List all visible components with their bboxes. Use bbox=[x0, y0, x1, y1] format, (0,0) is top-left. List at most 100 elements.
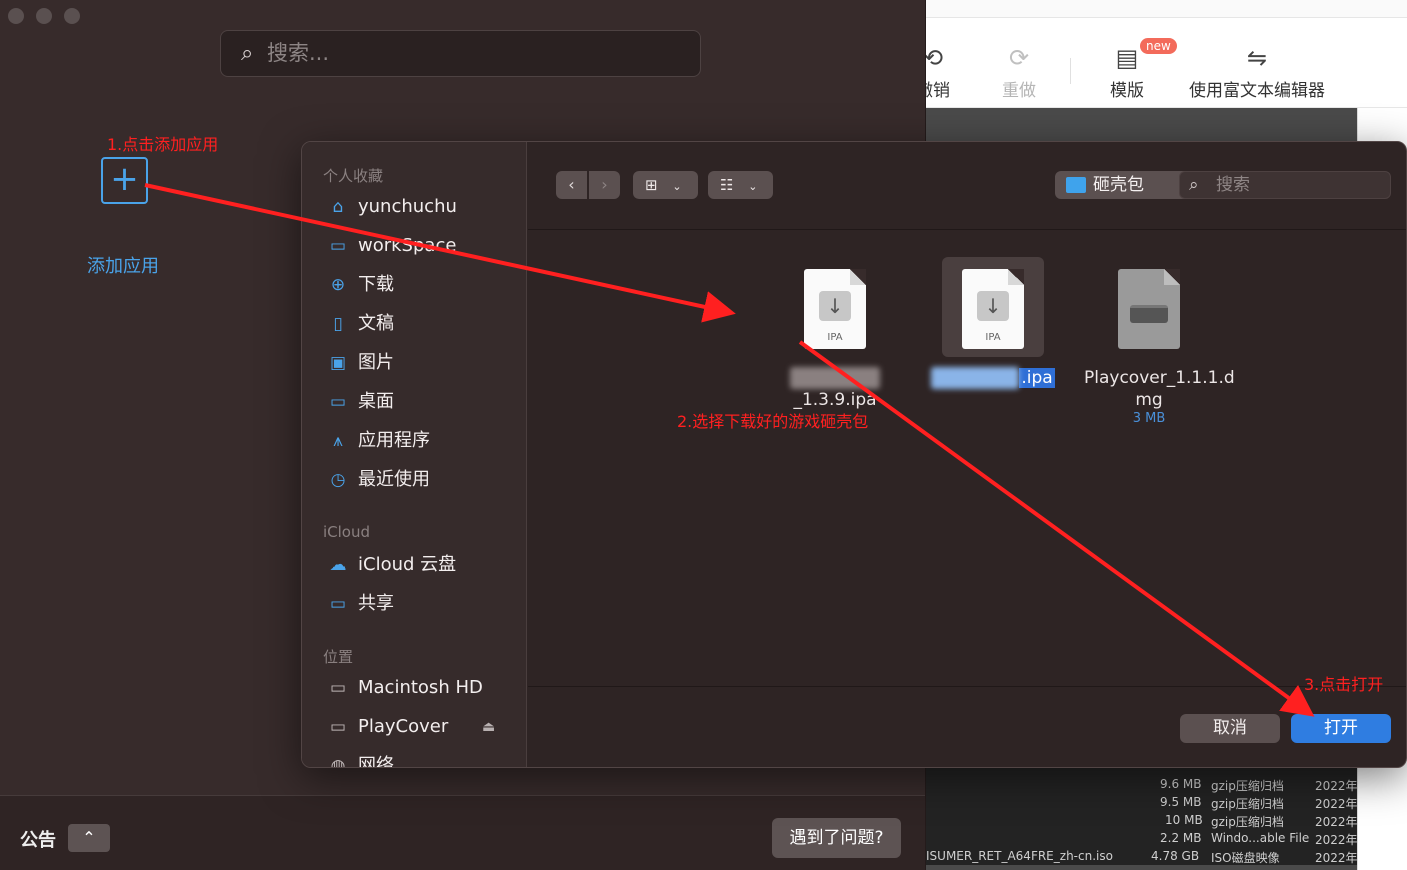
sidebar-item-documents[interactable]: ▯ 文稿 bbox=[326, 309, 394, 339]
forward-button[interactable]: › bbox=[589, 171, 620, 199]
new-badge: new bbox=[1140, 38, 1177, 54]
dialog-sidebar: 个人收藏 ⌂ yunchuchu ▭ workSpace ⊕ 下载 ▯ 文稿 ▣ 图片 ▭… bbox=[302, 142, 527, 768]
chevron-down-icon: ⌄ bbox=[672, 180, 682, 193]
file-size: 2.2 MB bbox=[1160, 831, 1202, 845]
file-size: 4.78 GB bbox=[1151, 849, 1200, 863]
open-file-dialog: 个人收藏 ⌂ yunchuchu ▭ workSpace ⊕ 下载 ▯ 文稿 ▣ 图片 ▭… bbox=[301, 141, 1407, 768]
dmg-file-icon bbox=[1118, 269, 1180, 349]
file-date: 2022年 bbox=[1315, 833, 1358, 847]
group-button[interactable]: ☷ ⌄ bbox=[708, 171, 773, 199]
file-item-ipa-1[interactable]: ↓ IPA _1.3.9.ipa bbox=[770, 269, 900, 411]
zoom-window-button[interactable] bbox=[64, 8, 80, 24]
dialog-search-input[interactable]: ⌕ 搜索 bbox=[1179, 171, 1391, 199]
cancel-button[interactable]: 取消 bbox=[1180, 714, 1280, 743]
disk-icon: ▭ bbox=[329, 678, 347, 698]
sidebar-item-label: 共享 bbox=[358, 593, 394, 614]
open-button[interactable]: 打开 bbox=[1291, 714, 1391, 743]
switch-icon: ⇋ bbox=[1246, 44, 1268, 72]
notice-toggle-button[interactable]: ⌃ bbox=[68, 824, 110, 852]
list-item[interactable]: 9.5 MB gzip压缩归档 2022年 bbox=[910, 793, 1358, 811]
folder-icon: ▭ bbox=[329, 236, 347, 256]
sidebar-item-home[interactable]: ⌂ yunchuchu bbox=[326, 192, 457, 222]
sidebar-item-label: 下载 bbox=[358, 274, 394, 295]
favorites-section-title: 个人收藏 bbox=[323, 167, 384, 185]
sidebar-item-playcover[interactable]: ▭ PlayCover bbox=[326, 712, 448, 742]
recents-icon: ◷ bbox=[330, 470, 346, 490]
close-window-button[interactable] bbox=[8, 8, 24, 24]
grid-icon: ☷ bbox=[720, 176, 734, 194]
minimize-window-button[interactable] bbox=[36, 8, 52, 24]
sidebar-item-workspace[interactable]: ▭ workSpace bbox=[326, 231, 456, 261]
report-problem-button[interactable]: 遇到了问题? bbox=[772, 818, 901, 858]
search-placeholder: 搜索... bbox=[267, 41, 330, 65]
current-folder-name: 砸壳包 bbox=[1093, 175, 1144, 195]
sidebar-item-network[interactable]: ◍ 网络 bbox=[326, 751, 394, 768]
file-size: 9.6 MB bbox=[1160, 777, 1202, 791]
file-kind: ISO磁盘映像 bbox=[1211, 851, 1280, 865]
file-item-dmg[interactable]: Playcover_1.1.1.d mg 3 MB bbox=[1084, 269, 1235, 426]
sidebar-item-label: 网络 bbox=[358, 755, 394, 768]
redo-button[interactable]: ⟳ 重做 bbox=[1002, 40, 1036, 101]
eject-icon[interactable]: ⏏ bbox=[482, 719, 495, 735]
sidebar-item-applications[interactable]: ⩚ 应用程序 bbox=[326, 426, 430, 456]
annotation-step-3: 3.点击打开 bbox=[1304, 675, 1384, 694]
icloud-section-title: iCloud bbox=[323, 523, 371, 541]
editor-titlebar bbox=[910, 0, 1407, 18]
add-app-label[interactable]: 添加应用 bbox=[87, 252, 159, 278]
dialog-footer: 取消 打开 bbox=[528, 686, 1406, 767]
redo-icon: ⟳ bbox=[1008, 44, 1030, 72]
dialog-toolbar: ‹ › ⊞ ⌄ ☷ ⌄ 砸壳包 ⌃⌄ ⌕ 搜索 bbox=[528, 142, 1406, 230]
list-item[interactable]: ISUMER_RET_A64FRE_zh-cn.iso 4.78 GB ISO磁… bbox=[910, 847, 1358, 865]
rich-text-editor-button[interactable]: ⇋ 使用富文本编辑器 bbox=[1189, 40, 1325, 101]
rich-text-editor-label: 使用富文本编辑器 bbox=[1189, 81, 1325, 101]
list-item[interactable]: 9.6 MB gzip压缩归档 2022年 bbox=[910, 775, 1358, 793]
add-app-button[interactable]: + bbox=[101, 157, 148, 204]
sidebar-item-pictures[interactable]: ▣ 图片 bbox=[326, 348, 394, 378]
file-date: 2022年 bbox=[1315, 779, 1358, 793]
sidebar-item-downloads[interactable]: ⊕ 下载 bbox=[326, 270, 394, 300]
file-item-ipa-2[interactable]: ↓ IPA .ipa bbox=[928, 257, 1058, 389]
disk-icon: ▭ bbox=[329, 717, 347, 737]
ipa-file-icon: ↓ IPA bbox=[804, 269, 866, 349]
chevron-down-icon: ⌄ bbox=[748, 180, 758, 193]
notice-label: 公告 bbox=[20, 830, 56, 851]
file-kind: gzip压缩归档 bbox=[1211, 797, 1284, 811]
list-item[interactable]: 2.2 MB Windo...able File 2022年 bbox=[910, 829, 1358, 847]
template-label: 模版 bbox=[1110, 81, 1144, 101]
dialog-search-placeholder: 搜索 bbox=[1216, 175, 1250, 195]
sidebar-item-desktop[interactable]: ▭ 桌面 bbox=[326, 387, 394, 417]
sidebar-item-macintosh-hd[interactable]: ▭ Macintosh HD bbox=[326, 673, 483, 703]
sidebar-item-icloud-drive[interactable]: ☁ iCloud 云盘 bbox=[326, 550, 457, 580]
sidebar-item-label: 图片 bbox=[358, 352, 394, 373]
template-button[interactable]: ▤ new 模版 bbox=[1110, 38, 1177, 101]
file-browser: ↓ IPA _1.3.9.ipa ↓ IPA .ipa Playcover_1.… bbox=[528, 231, 1406, 686]
sidebar-item-shared[interactable]: ▭ 共享 bbox=[326, 589, 394, 619]
list-item[interactable]: 10 MB gzip压缩归档 2022年 bbox=[910, 811, 1358, 829]
annotation-step-2: 2.选择下载好的游戏砸壳包 bbox=[677, 412, 869, 431]
plus-icon: + bbox=[110, 159, 139, 199]
file-date: 2022年 bbox=[1315, 815, 1358, 829]
sidebar-item-label: Macintosh HD bbox=[358, 677, 483, 698]
sidebar-item-recents[interactable]: ◷ 最近使用 bbox=[326, 465, 430, 495]
chevron-up-icon: ⌃ bbox=[82, 828, 96, 847]
search-icon: ⌕ bbox=[1189, 175, 1199, 195]
search-icon: ⌕ bbox=[241, 41, 254, 66]
sidebar-item-label: 桌面 bbox=[358, 391, 394, 412]
file-size: 3 MB bbox=[1132, 411, 1166, 426]
icon-view-icon: ⊞ bbox=[645, 176, 658, 194]
shared-folder-icon: ▭ bbox=[329, 594, 347, 614]
view-mode-button[interactable]: ⊞ ⌄ bbox=[633, 171, 698, 199]
back-button[interactable]: ‹ bbox=[556, 171, 587, 199]
toolbar-divider bbox=[1070, 58, 1071, 84]
cloud-icon: ☁ bbox=[329, 555, 347, 575]
search-input[interactable]: ⌕ 搜索... bbox=[220, 30, 701, 77]
editor-toolbar: ⟲ 撤销 ⟳ 重做 ▤ new 模版 ⇋ 使用富文本编辑器 bbox=[910, 34, 1407, 108]
sidebar-item-label: workSpace bbox=[358, 235, 457, 256]
pictures-icon: ▣ bbox=[329, 353, 347, 373]
screen: ⟲ 撤销 ⟳ 重做 ▤ new 模版 ⇋ 使用富文本编辑器 9.6 MB gzi… bbox=[0, 0, 1407, 870]
background-file-list: 9.6 MB gzip压缩归档 2022年 9.5 MB gzip压缩归档 20… bbox=[910, 762, 1358, 865]
file-kind: Windo...able File bbox=[1211, 831, 1310, 845]
redo-label: 重做 bbox=[1002, 81, 1036, 101]
file-size: 10 MB bbox=[1165, 813, 1203, 827]
sidebar-item-label: 最近使用 bbox=[358, 469, 430, 490]
